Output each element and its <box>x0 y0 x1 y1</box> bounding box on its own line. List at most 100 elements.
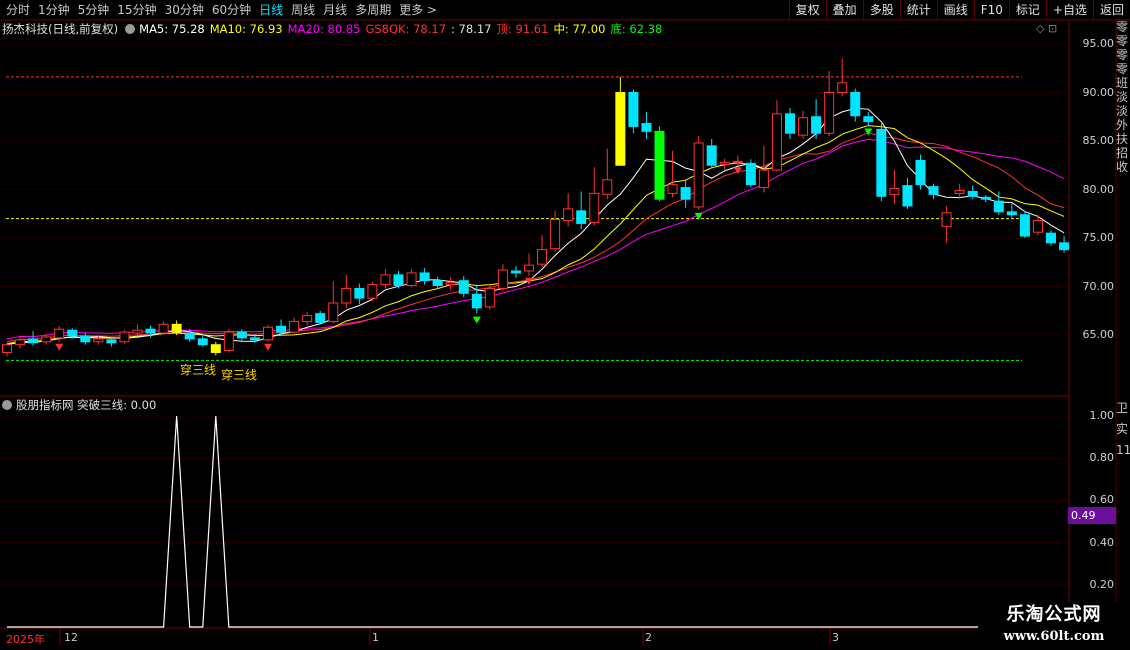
candle-body <box>263 326 273 341</box>
candle-body <box>341 287 352 304</box>
candle-body <box>824 92 835 134</box>
candle-body <box>563 208 574 222</box>
sub-indicator-title[interactable]: 股朋指标网 突破三线: 0.00 <box>16 397 156 413</box>
candle-body <box>719 161 730 165</box>
candle-body <box>302 315 313 322</box>
sub-axis-label: 0.80 <box>1089 451 1115 465</box>
candle-body <box>145 328 156 334</box>
candle-body <box>2 344 12 353</box>
sub-indicator-header: 股朋指标网 突破三线: 0.00 <box>2 397 156 413</box>
date-month-12: 12 <box>64 631 78 644</box>
candle-body <box>249 337 260 341</box>
candle-body <box>863 116 874 123</box>
candle-body <box>902 185 913 207</box>
candle-body <box>837 82 848 94</box>
candle-body <box>654 130 665 200</box>
date-month-2: 2 <box>645 631 652 644</box>
price-axis-label: 90.00 <box>1082 85 1115 99</box>
candle-body <box>276 325 287 333</box>
candle-body <box>132 329 143 334</box>
candle-body <box>628 92 639 127</box>
candle-body <box>93 338 104 343</box>
candle-body <box>119 331 130 343</box>
candle-body <box>510 270 521 274</box>
candle-body <box>354 287 365 299</box>
sub-axis-label: 0.60 <box>1089 493 1115 507</box>
candle-body <box>928 186 939 195</box>
candle-body <box>41 336 52 343</box>
candle-body <box>15 339 26 346</box>
candle-body <box>745 162 756 186</box>
candle-body <box>1019 214 1030 237</box>
candle-body <box>289 320 300 333</box>
candle-body <box>524 264 534 272</box>
price-axis-label: 80.00 <box>1082 182 1115 196</box>
signal-arrow-icon <box>472 316 481 324</box>
gs8qk-line <box>6 132 1065 343</box>
candle-body <box>771 113 782 171</box>
candle-body <box>184 332 195 340</box>
date-month-3: 3 <box>832 631 839 644</box>
date-month-1: 1 <box>372 631 379 644</box>
candle-body <box>680 187 691 200</box>
candle-body <box>941 212 952 227</box>
side-panel-text-2: 卫实1111 <box>1116 401 1130 457</box>
candle-body <box>497 269 508 289</box>
candle-body <box>393 274 404 287</box>
sub-settings-gear-icon[interactable] <box>2 400 12 410</box>
candle-body <box>1006 211 1017 216</box>
candle-body <box>158 323 169 334</box>
watermark-title: 乐淘公式网 <box>1006 604 1102 625</box>
watermark: 乐淘公式网 www.60lt.com <box>978 602 1130 650</box>
signal-arrow-icon <box>864 128 873 136</box>
price-axis-label: 70.00 <box>1082 279 1115 293</box>
side-panel-text: 零零零零班淡淡外扶招收 <box>1116 20 1129 174</box>
candle-body <box>615 92 626 166</box>
candle-body <box>419 272 430 282</box>
candle-body <box>328 302 339 322</box>
candle-body <box>236 331 247 339</box>
candle-body <box>576 210 587 224</box>
sub-axis-label: 0.40 <box>1089 535 1115 549</box>
candle-body <box>758 169 769 189</box>
candle-body <box>1046 232 1056 244</box>
ma5-line <box>6 107 1065 346</box>
signal-arrow-icon <box>264 343 272 351</box>
candle-body <box>223 331 234 352</box>
price-axis-label: 85.00 <box>1082 134 1115 147</box>
price-axis-label: 75.00 <box>1082 231 1115 244</box>
signal-arrow-icon <box>55 343 64 351</box>
candle-body <box>967 190 978 197</box>
candle-body <box>28 338 39 344</box>
candle-body <box>537 249 548 265</box>
candle-body <box>315 313 326 323</box>
candle-body <box>980 196 991 200</box>
candle-body <box>106 339 117 344</box>
candle-body <box>367 284 378 299</box>
candle-body <box>432 280 443 287</box>
breakthrough-signal-line <box>7 415 1065 628</box>
candle-body <box>889 188 900 195</box>
candle-body <box>210 344 221 353</box>
candle-body <box>54 328 65 339</box>
candle-body <box>954 189 965 194</box>
sub-axis-label: 0.20 <box>1089 577 1115 591</box>
candle-body <box>811 116 822 134</box>
candle-body <box>171 323 182 333</box>
candle-body <box>876 128 887 197</box>
candle-body <box>380 274 391 286</box>
watermark-url: www.60lt.com <box>1003 629 1105 644</box>
ma10-line <box>6 125 1065 345</box>
candle-body <box>197 338 208 346</box>
candle-body <box>785 113 795 134</box>
price-axis-label: 65.00 <box>1082 328 1115 341</box>
candle-body <box>484 287 495 308</box>
candle-body <box>641 123 652 132</box>
crosshair-value-tag: 0.49 <box>1068 507 1116 524</box>
candle-body <box>471 293 482 309</box>
date-year: 2025年 <box>6 633 45 646</box>
candle-body <box>850 92 861 117</box>
candle-body <box>550 219 561 250</box>
candle-body <box>406 272 417 287</box>
candle-body <box>1059 242 1070 251</box>
